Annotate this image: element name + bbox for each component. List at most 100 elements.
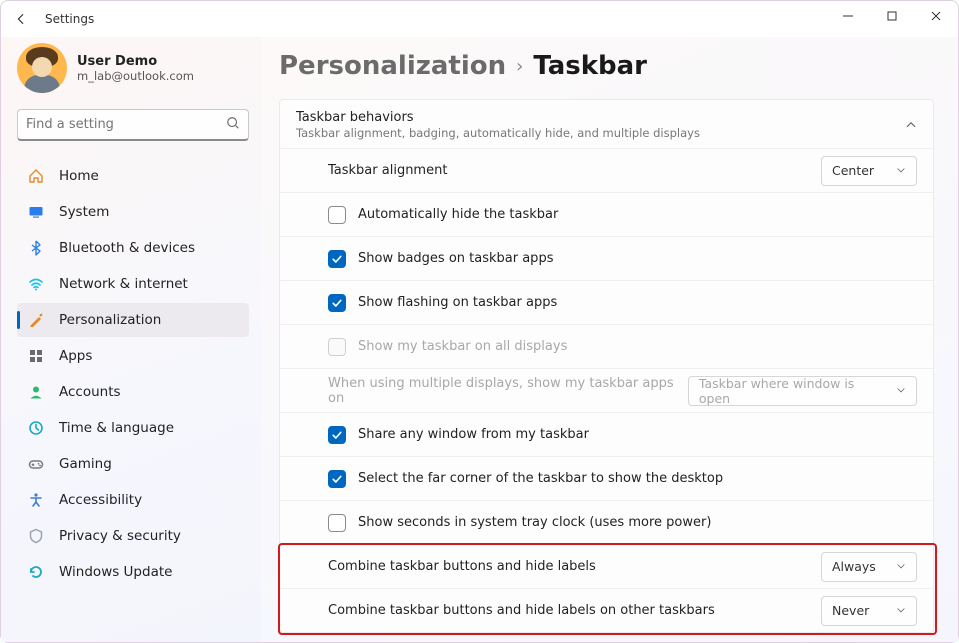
checkbox[interactable] [328, 426, 346, 444]
breadcrumb-parent[interactable]: Personalization [279, 51, 506, 81]
setting-row: Show flashing on taskbar apps [280, 280, 933, 324]
panel-subtitle: Taskbar alignment, badging, automaticall… [296, 126, 700, 140]
checkbox[interactable] [328, 514, 346, 532]
dropdown[interactable]: Always [821, 552, 917, 582]
setting-label: Automatically hide the taskbar [358, 207, 558, 222]
search-icon [226, 115, 240, 134]
network-icon [27, 275, 45, 293]
sidebar-item-bluetooth[interactable]: Bluetooth & devices [17, 231, 249, 265]
update-icon [27, 563, 45, 581]
chevron-right-icon: › [506, 56, 533, 77]
checkbox[interactable] [328, 250, 346, 268]
user-name: User Demo [77, 54, 194, 69]
sidebar-item-label: Gaming [59, 456, 112, 472]
dropdown: Taskbar where window is open [688, 376, 917, 406]
setting-row: When using multiple displays, show my ta… [280, 368, 933, 412]
sidebar-item-label: Accounts [59, 384, 121, 400]
setting-label: Show my taskbar on all displays [358, 339, 567, 354]
checkbox[interactable] [328, 294, 346, 312]
breadcrumb: Personalization › Taskbar [279, 51, 934, 81]
system-icon [27, 203, 45, 221]
sidebar-item-privacy[interactable]: Privacy & security [17, 519, 249, 553]
setting-row: Show badges on taskbar apps [280, 236, 933, 280]
sidebar-item-personalization[interactable]: Personalization [17, 303, 249, 337]
sidebar-item-home[interactable]: Home [17, 159, 249, 193]
accounts-icon [27, 383, 45, 401]
chevron-down-icon [896, 383, 906, 398]
setting-label: Show flashing on taskbar apps [358, 295, 557, 310]
setting-row: Automatically hide the taskbar [280, 192, 933, 236]
sidebar: User Demo m_lab@outlook.com Home System Bl… [1, 37, 261, 642]
personalization-icon [27, 311, 45, 329]
chevron-down-icon [896, 559, 906, 574]
time-icon [27, 419, 45, 437]
setting-label: Show seconds in system tray clock (uses … [358, 515, 711, 530]
sidebar-item-time[interactable]: Time & language [17, 411, 249, 445]
sidebar-item-network[interactable]: Network & internet [17, 267, 249, 301]
setting-row: Combine taskbar buttons and hide labelsA… [280, 544, 933, 588]
checkbox[interactable] [328, 206, 346, 224]
sidebar-item-apps[interactable]: Apps [17, 339, 249, 373]
gaming-icon [27, 455, 45, 473]
setting-label: Show badges on taskbar apps [358, 251, 553, 266]
search-input[interactable] [26, 117, 226, 132]
sidebar-item-label: Accessibility [59, 492, 142, 508]
user-email: m_lab@outlook.com [77, 69, 194, 83]
checkbox[interactable] [328, 470, 346, 488]
sidebar-item-accounts[interactable]: Accounts [17, 375, 249, 409]
maximize-button[interactable] [870, 1, 914, 31]
setting-label: Combine taskbar buttons and hide labels … [328, 603, 715, 618]
avatar [17, 43, 67, 93]
sidebar-item-label: Time & language [59, 420, 174, 436]
maximize-icon [887, 11, 897, 21]
sidebar-item-label: Network & internet [59, 276, 188, 292]
bluetooth-icon [27, 239, 45, 257]
sidebar-item-gaming[interactable]: Gaming [17, 447, 249, 481]
setting-row: Show my taskbar on all displays [280, 324, 933, 368]
dropdown[interactable]: Center [821, 156, 917, 186]
close-icon [931, 11, 941, 21]
sidebar-item-label: Bluetooth & devices [59, 240, 195, 256]
user-box[interactable]: User Demo m_lab@outlook.com [17, 43, 249, 93]
panel-title: Taskbar behaviors [296, 110, 700, 125]
setting-label: Taskbar alignment [328, 163, 447, 178]
setting-row: Select the far corner of the taskbar to … [280, 456, 933, 500]
back-button[interactable] [9, 7, 33, 31]
breadcrumb-current: Taskbar [533, 51, 647, 81]
checkbox [328, 338, 346, 356]
panel-header[interactable]: Taskbar behaviors Taskbar alignment, bad… [280, 100, 933, 148]
close-button[interactable] [914, 1, 958, 31]
nav-list: Home System Bluetooth & devices Network & i… [17, 159, 249, 589]
setting-label: Select the far corner of the taskbar to … [358, 471, 723, 486]
dropdown-value: Always [832, 559, 876, 574]
window-title: Settings [45, 12, 94, 26]
setting-row: Combine taskbar buttons and hide labels … [280, 588, 933, 632]
accessibility-icon [27, 491, 45, 509]
sidebar-item-update[interactable]: Windows Update [17, 555, 249, 589]
sidebar-item-label: Home [59, 168, 99, 184]
sidebar-item-label: Personalization [59, 312, 161, 328]
sidebar-item-system[interactable]: System [17, 195, 249, 229]
dropdown[interactable]: Never [821, 596, 917, 626]
sidebar-item-label: Privacy & security [59, 528, 181, 544]
setting-row: Show seconds in system tray clock (uses … [280, 500, 933, 544]
search-box[interactable] [17, 109, 249, 141]
dropdown-value: Taskbar where window is open [699, 376, 886, 406]
setting-label: Share any window from my taskbar [358, 427, 589, 442]
sidebar-item-label: System [59, 204, 109, 220]
main-content: Personalization › Taskbar Taskbar behavi… [261, 37, 958, 642]
privacy-icon [27, 527, 45, 545]
sidebar-item-accessibility[interactable]: Accessibility [17, 483, 249, 517]
dropdown-value: Never [832, 603, 869, 618]
arrow-left-icon [14, 12, 28, 26]
setting-row: Taskbar alignment Center [280, 148, 933, 192]
chevron-down-icon [896, 163, 906, 178]
dropdown-value: Center [832, 163, 874, 178]
minimize-button[interactable] [826, 1, 870, 31]
sidebar-item-label: Windows Update [59, 564, 172, 580]
chevron-up-icon [905, 116, 917, 135]
home-icon [27, 167, 45, 185]
sidebar-item-label: Apps [59, 348, 92, 364]
setting-row: Share any window from my taskbar [280, 412, 933, 456]
setting-label: When using multiple displays, show my ta… [328, 376, 688, 406]
